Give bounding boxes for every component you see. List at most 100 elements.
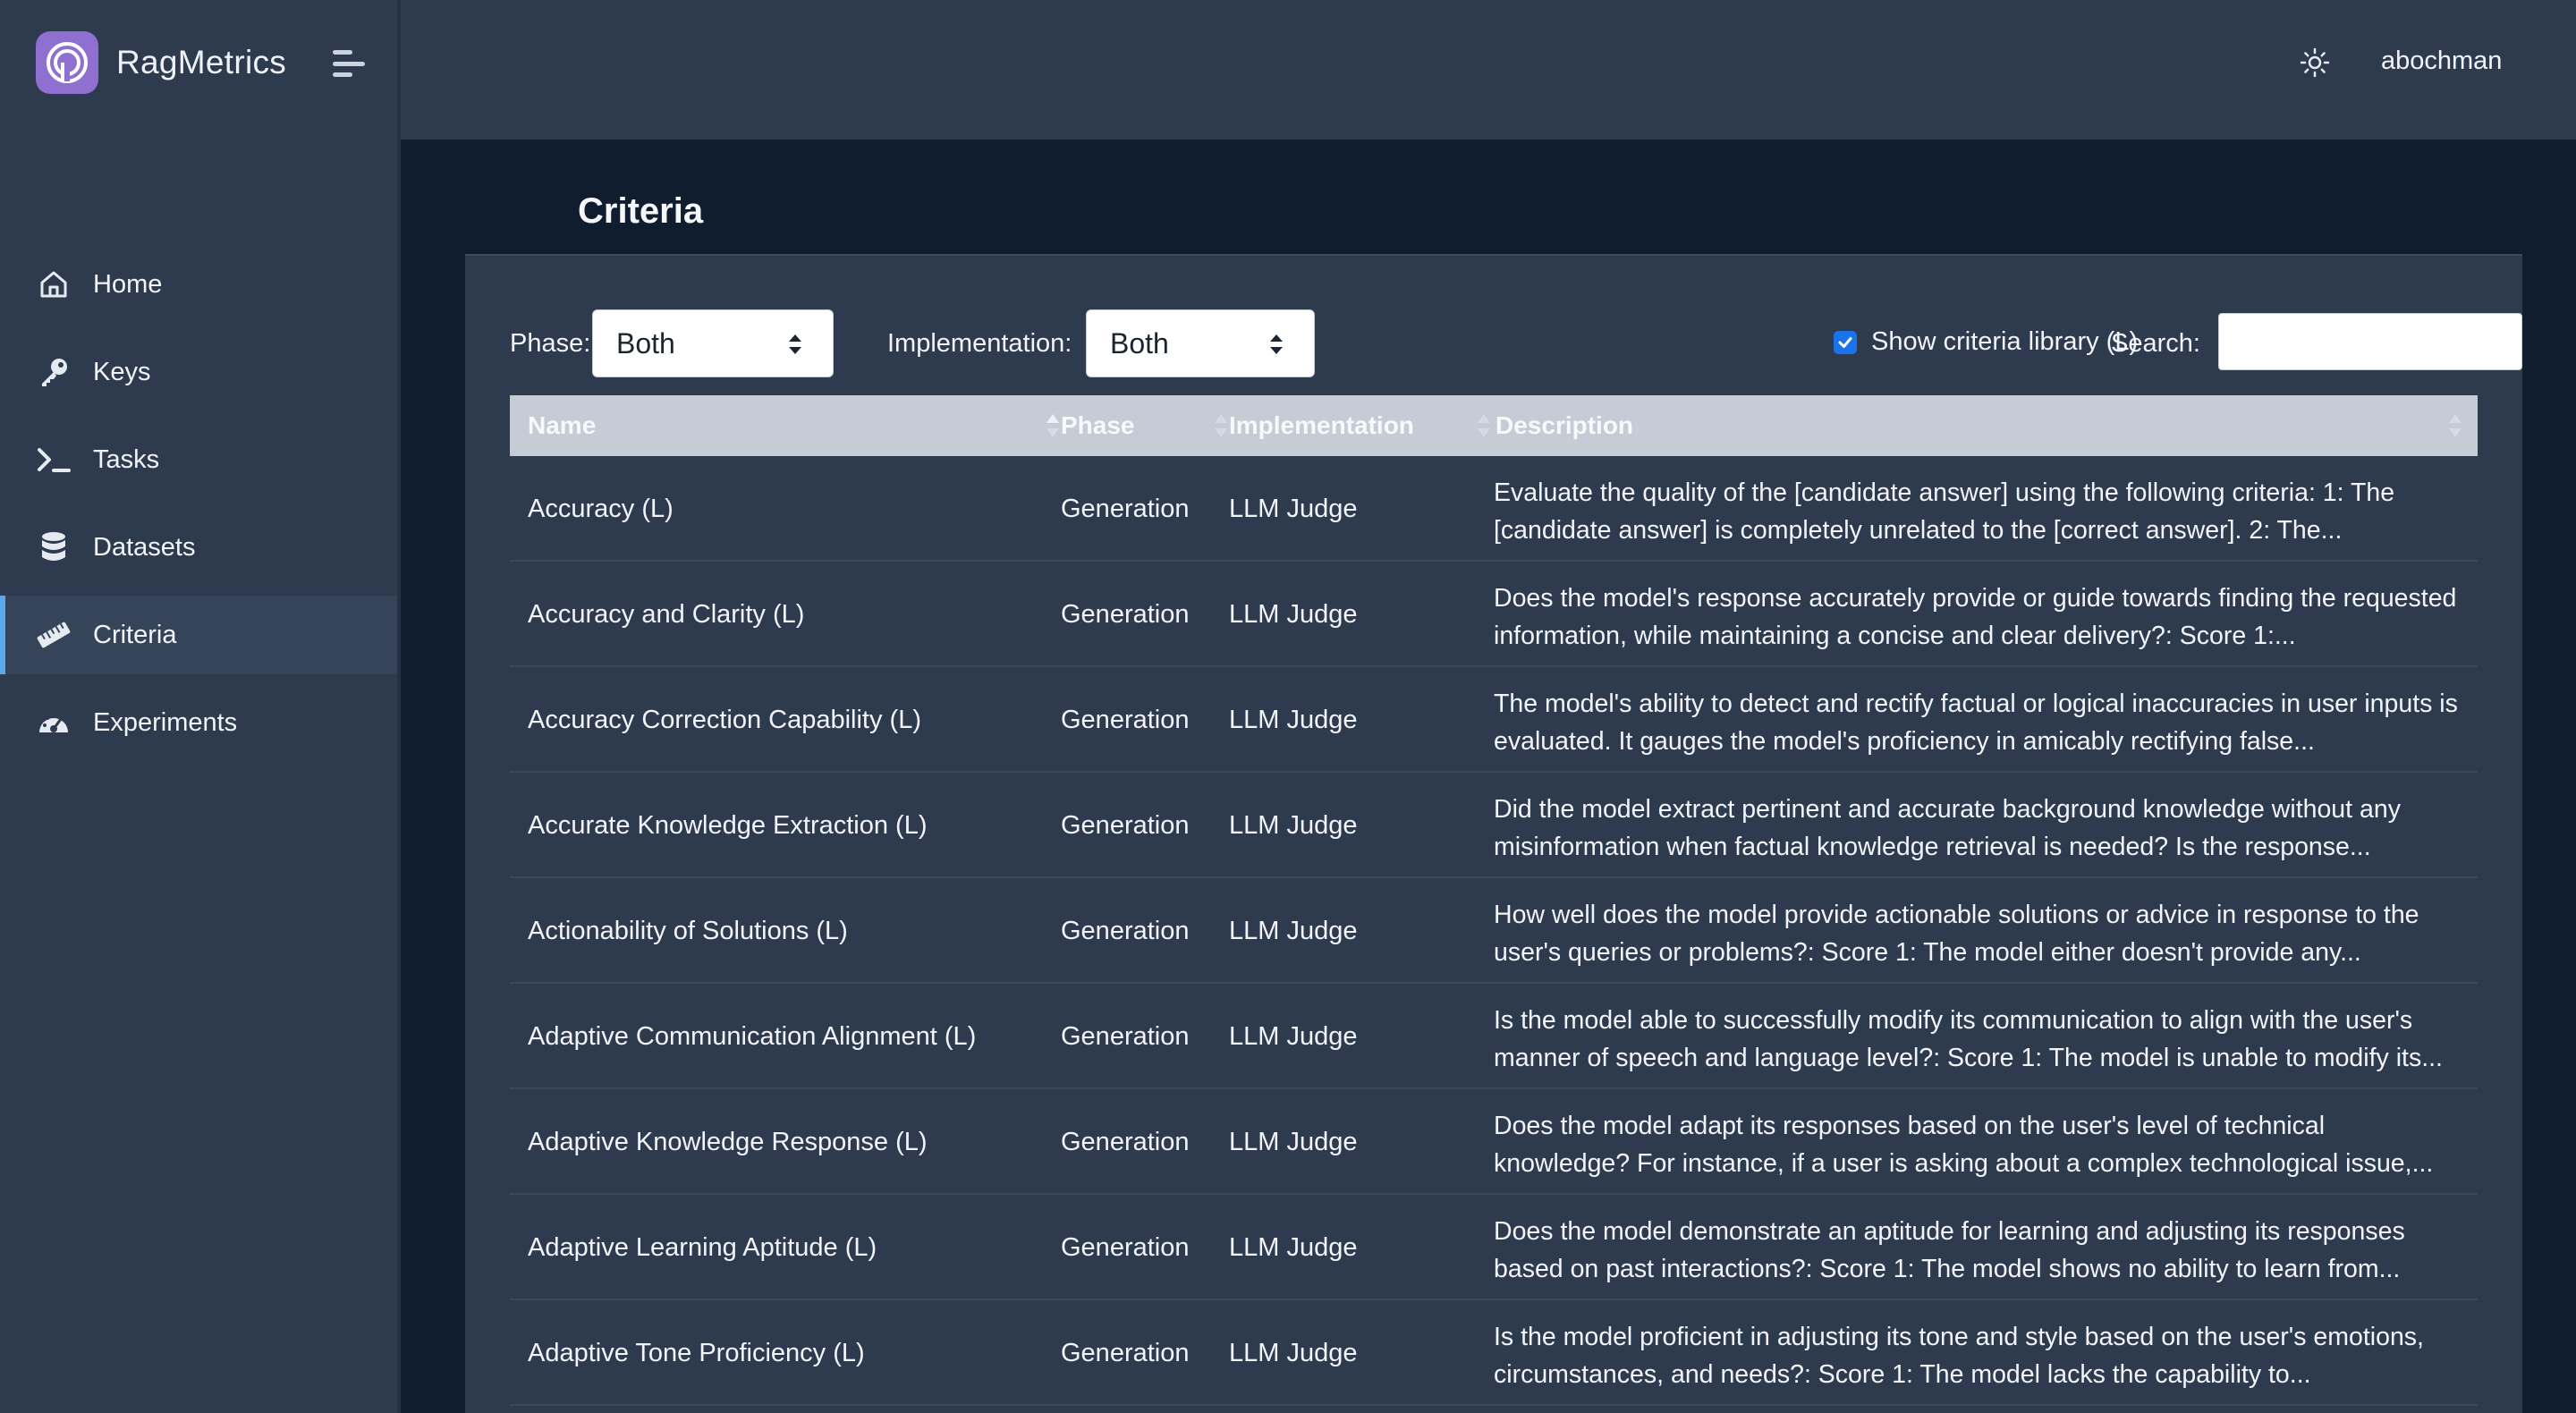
table-row[interactable]: Adaptive Tone Proficiency (L) Generation… (510, 1300, 2478, 1406)
table-row[interactable]: Actionability of Solutions (L) Generatio… (510, 878, 2478, 984)
sidebar: RagMetrics Home Keys Tasks Datasets Crit… (0, 0, 401, 1413)
brand[interactable]: RagMetrics (36, 30, 286, 95)
table-row[interactable]: Accurate Knowledge Extraction (L) Genera… (510, 773, 2478, 878)
phase-select-value: Both (616, 326, 675, 360)
cell-name: Adaptive Knowledge Response (L) (528, 1127, 928, 1156)
sidebar-item-label: Datasets (93, 532, 196, 562)
cell-description: Evaluate the quality of the [candidate a… (1494, 478, 2395, 545)
show-library-checkbox[interactable]: Show criteria library (L) (1834, 327, 2138, 357)
table-header: Name Phase Implementation Description (510, 395, 2478, 456)
search-label: Search: (2111, 329, 2200, 358)
show-library-label: Show criteria library (L) (1871, 327, 2139, 356)
cell-phase: Generation (1061, 1232, 1190, 1262)
cell-implementation: LLM Judge (1229, 916, 1358, 945)
cell-name: Accuracy Correction Capability (L) (528, 705, 921, 734)
sidebar-item-tasks[interactable]: Tasks (0, 420, 397, 499)
cell-description: Is the model proficient in adjusting its… (1494, 1323, 2424, 1389)
filters-bar: Phase: Both Implementation: Both Show cr… (510, 308, 2522, 379)
sidebar-item-label: Home (93, 269, 163, 299)
cell-implementation: LLM Judge (1229, 810, 1358, 840)
cell-name: Accurate Knowledge Extraction (L) (528, 810, 928, 840)
sidebar-item-experiments[interactable]: Experiments (0, 683, 397, 762)
cell-name: Adaptive Tone Proficiency (L) (528, 1338, 865, 1367)
sort-icon (1478, 414, 1490, 437)
checkbox-checked-icon[interactable] (1834, 330, 1857, 354)
sort-icon (2449, 414, 2462, 437)
phase-label: Phase: (510, 329, 591, 358)
cell-phase: Generation (1061, 1338, 1190, 1367)
cell-phase: Generation (1061, 916, 1190, 945)
column-header-phase[interactable]: Phase (1061, 395, 1231, 456)
sidebar-item-home[interactable]: Home (0, 245, 397, 324)
table-row[interactable]: Adaptive Knowledge Response (L) Generati… (510, 1089, 2478, 1195)
cell-implementation: LLM Judge (1229, 599, 1358, 629)
terminal-icon (36, 442, 72, 478)
sidebar-item-label: Keys (93, 357, 151, 386)
cell-description: Does the model's response accurately pro… (1494, 584, 2457, 650)
cell-name: Actionability of Solutions (L) (528, 916, 848, 945)
sidebar-item-label: Criteria (93, 620, 177, 649)
home-icon (36, 267, 72, 302)
cell-implementation: LLM Judge (1229, 1021, 1358, 1051)
implementation-select[interactable]: Both (1086, 309, 1315, 377)
cell-description: Is the model able to successfully modify… (1494, 1006, 2443, 1072)
top-bar: abochman (401, 0, 2576, 140)
table-row[interactable]: Adaptive Communication Alignment (L) Gen… (510, 984, 2478, 1089)
sort-ascending-icon (1046, 414, 1059, 437)
table-row[interactable]: Accuracy (L) Generation LLM Judge Evalua… (510, 456, 2478, 562)
theme-toggle-sun-icon[interactable] (2299, 47, 2331, 79)
sidebar-nav: Home Keys Tasks Datasets Criteria Experi… (0, 245, 397, 771)
key-icon (36, 354, 72, 390)
implementation-label: Implementation: (887, 329, 1072, 358)
cell-description: Did the model extract pertinent and accu… (1494, 795, 2401, 861)
cell-name: Accuracy and Clarity (L) (528, 599, 805, 629)
app-window: RagMetrics Home Keys Tasks Datasets Crit… (0, 0, 2576, 1413)
column-header-implementation[interactable]: Implementation (1229, 395, 1496, 456)
sidebar-item-criteria[interactable]: Criteria (0, 596, 397, 674)
implementation-select-value: Both (1110, 326, 1169, 360)
cell-description: Does the model adapt its responses based… (1494, 1112, 2434, 1178)
cell-implementation: LLM Judge (1229, 1338, 1358, 1367)
cell-implementation: LLM Judge (1229, 1232, 1358, 1262)
phase-select[interactable]: Both (592, 309, 834, 377)
cell-phase: Generation (1061, 1021, 1190, 1051)
search-input[interactable] (2218, 313, 2522, 370)
ruler-icon (36, 617, 72, 653)
cell-phase: Generation (1061, 705, 1190, 734)
cell-description: Does the model demonstrate an aptitude f… (1494, 1217, 2405, 1283)
table-row[interactable]: Accuracy and Clarity (L) Generation LLM … (510, 562, 2478, 667)
cell-description: The model's ability to detect and rectif… (1494, 690, 2458, 756)
brand-name: RagMetrics (116, 44, 287, 80)
sidebar-toggle-icon[interactable] (333, 50, 365, 77)
cell-name: Accuracy (L) (528, 494, 674, 523)
criteria-table: Name Phase Implementation Description Ac… (510, 395, 2478, 1406)
column-header-description[interactable]: Description (1496, 395, 2478, 456)
sidebar-item-keys[interactable]: Keys (0, 333, 397, 411)
select-arrows-icon (1270, 334, 1283, 354)
sidebar-item-label: Tasks (93, 444, 160, 474)
sidebar-item-label: Experiments (93, 707, 238, 737)
ragmetrics-logo-icon (36, 31, 98, 94)
cell-name: Adaptive Learning Aptitude (L) (528, 1232, 877, 1262)
cell-name: Adaptive Communication Alignment (L) (528, 1021, 977, 1051)
gauge-icon (36, 705, 72, 740)
page-title: Criteria (578, 191, 704, 231)
user-menu[interactable]: abochman (2381, 47, 2502, 76)
cell-implementation: LLM Judge (1229, 705, 1358, 734)
table-row[interactable]: Accuracy Correction Capability (L) Gener… (510, 667, 2478, 773)
cell-phase: Generation (1061, 810, 1190, 840)
database-icon (36, 529, 72, 565)
cell-phase: Generation (1061, 1127, 1190, 1156)
cell-implementation: LLM Judge (1229, 1127, 1358, 1156)
column-header-name[interactable]: Name (528, 395, 1059, 456)
table-row[interactable]: Adaptive Learning Aptitude (L) Generatio… (510, 1195, 2478, 1300)
criteria-card: Phase: Both Implementation: Both Show cr… (465, 254, 2522, 1413)
table-body: Accuracy (L) Generation LLM Judge Evalua… (510, 456, 2478, 1406)
sort-icon (1215, 414, 1227, 437)
cell-phase: Generation (1061, 599, 1190, 629)
cell-implementation: LLM Judge (1229, 494, 1358, 523)
cell-phase: Generation (1061, 494, 1190, 523)
cell-description: How well does the model provide actionab… (1494, 901, 2419, 967)
sidebar-item-datasets[interactable]: Datasets (0, 508, 397, 587)
select-arrows-icon (789, 334, 801, 354)
